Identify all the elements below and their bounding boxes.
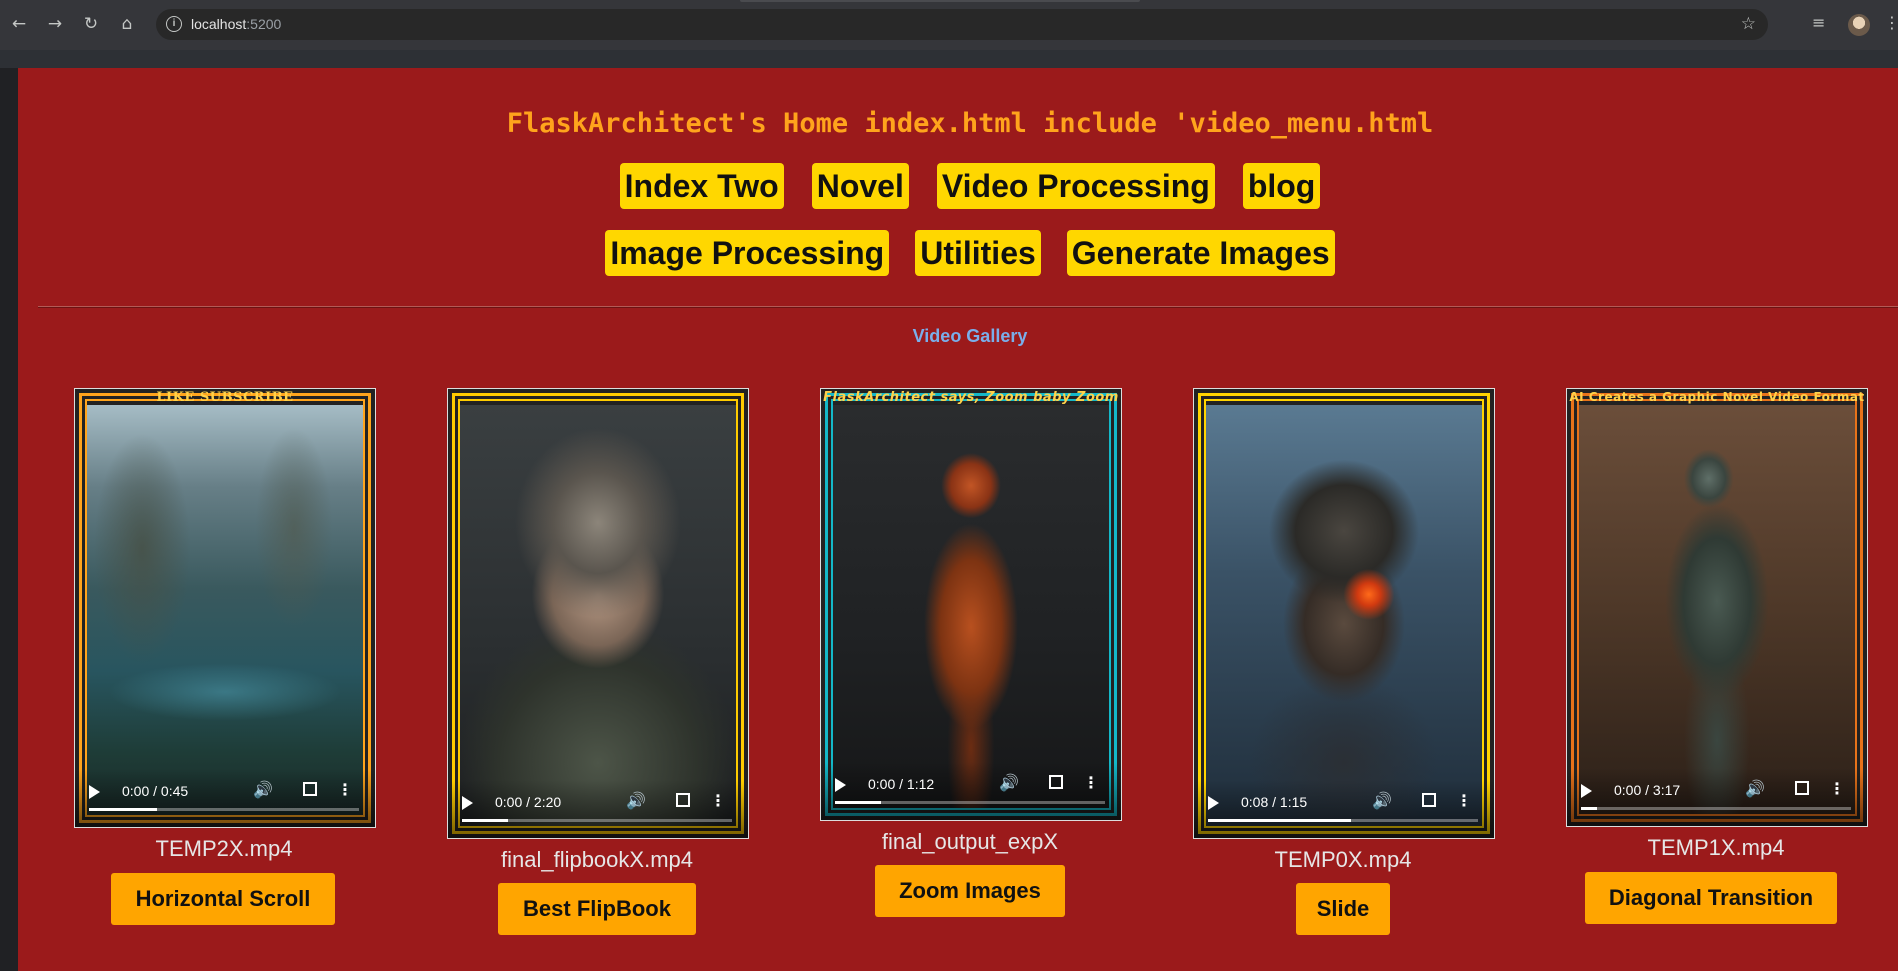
video-player[interactable]: AI Creates a Graphic Novel Video Format …: [1566, 388, 1868, 827]
reload-icon[interactable]: ↻: [80, 13, 102, 35]
menu-link-utilities[interactable]: Utilities: [915, 230, 1041, 276]
forward-arrow-icon[interactable]: →: [44, 13, 66, 35]
page-title: FlaskArchitect's Home index.html include…: [506, 108, 1434, 139]
video-controls: 0:00 / 1:12 🔊 ⋮: [821, 762, 1121, 820]
more-options-icon[interactable]: ⋮: [1083, 773, 1099, 792]
video-frame-inner-border: [1577, 399, 1857, 816]
profile-avatar[interactable]: [1848, 14, 1870, 36]
video-controls: 0:00 / 2:20 🔊 ⋮: [448, 780, 748, 838]
address-bar[interactable]: i localhost:5200 ☆: [156, 9, 1768, 40]
progress-bar[interactable]: [1581, 807, 1851, 810]
fullscreen-icon[interactable]: [1049, 775, 1063, 789]
video-controls: 0:00 / 0:45 🔊 ⋮: [75, 769, 375, 827]
play-icon[interactable]: [462, 796, 473, 810]
video-controls: 0:00 / 3:17 🔊 ⋮: [1567, 768, 1867, 826]
progress-bar[interactable]: [835, 801, 1105, 804]
volume-icon[interactable]: 🔊: [253, 780, 273, 799]
fullscreen-icon[interactable]: [1422, 793, 1436, 807]
bookmark-star-icon[interactable]: ☆: [1741, 14, 1756, 34]
gallery-heading: Video Gallery: [912, 326, 1028, 346]
video-time: 0:00 / 1:12: [868, 776, 935, 792]
slide-button[interactable]: Slide: [1296, 883, 1390, 935]
video-filename: TEMP1X.mp4: [1647, 835, 1785, 860]
progress-bar[interactable]: [89, 808, 359, 811]
volume-icon[interactable]: 🔊: [999, 773, 1019, 792]
play-icon[interactable]: [1581, 784, 1592, 798]
progress-bar[interactable]: [1208, 819, 1478, 822]
video-banner-text: LIKE SUBSCRIBE: [156, 390, 294, 405]
menu-link-blog[interactable]: blog: [1242, 163, 1321, 209]
video-controls: 0:08 / 1:15 🔊 ⋮: [1194, 780, 1494, 838]
video-filename: final_output_expX: [881, 829, 1059, 854]
progress-fill: [1208, 819, 1352, 822]
horizontal-scroll-button[interactable]: Horizontal Scroll: [111, 873, 335, 925]
video-time: 0:00 / 2:20: [495, 794, 562, 810]
page-content: FlaskArchitect's Home index.html include…: [18, 68, 1898, 971]
more-options-icon[interactable]: ⋮: [1456, 791, 1472, 810]
volume-icon[interactable]: 🔊: [626, 791, 646, 810]
fullscreen-icon[interactable]: [1795, 781, 1809, 795]
more-options-icon[interactable]: ⋮: [337, 780, 353, 799]
fullscreen-icon[interactable]: [676, 793, 690, 807]
best-flipbook-button[interactable]: Best FlipBook: [498, 883, 696, 935]
url-text[interactable]: localhost:5200: [191, 16, 281, 32]
progress-fill: [835, 801, 881, 804]
fullscreen-icon[interactable]: [303, 782, 317, 796]
back-arrow-icon[interactable]: ←: [8, 13, 30, 35]
video-filename: final_flipbookX.mp4: [500, 847, 693, 872]
volume-icon[interactable]: 🔊: [1372, 791, 1392, 810]
progress-fill: [462, 819, 508, 822]
browser-toolbar: ← → ↻ ⌂ i localhost:5200 ☆ ≡ ⋮: [0, 0, 1898, 50]
more-options-icon[interactable]: ⋮: [710, 791, 726, 810]
progress-fill: [1581, 807, 1598, 810]
main-menu-row-1: Index Two Novel Video Processing blog: [18, 163, 1898, 209]
home-icon[interactable]: ⌂: [116, 13, 138, 35]
video-player[interactable]: 0:08 / 1:15 🔊 ⋮: [1193, 388, 1495, 839]
video-frame-inner-border: [85, 399, 365, 817]
video-filename: TEMP0X.mp4: [1274, 847, 1412, 872]
zoom-images-button[interactable]: Zoom Images: [875, 865, 1065, 917]
diagonal-transition-button[interactable]: Diagonal Transition: [1585, 872, 1837, 924]
menu-link-generate-images[interactable]: Generate Images: [1066, 230, 1335, 276]
volume-icon[interactable]: 🔊: [1745, 779, 1765, 798]
menu-link-image-processing[interactable]: Image Processing: [605, 230, 890, 276]
media-controls-icon[interactable]: ≡: [1812, 13, 1825, 32]
video-time: 0:00 / 0:45: [122, 783, 189, 799]
video-frame-inner-border: [458, 399, 738, 828]
main-menu-row-2: Image Processing Utilities Generate Imag…: [18, 230, 1898, 276]
video-time: 0:08 / 1:15: [1241, 794, 1308, 810]
play-icon[interactable]: [835, 778, 846, 792]
video-time: 0:00 / 3:17: [1614, 782, 1681, 798]
video-frame-inner-border: [831, 399, 1111, 810]
divider: [38, 306, 1898, 308]
video-banner-text: AI Creates a Graphic Novel Video Format: [1569, 390, 1865, 404]
browser-menu-icon[interactable]: ⋮: [1884, 13, 1898, 32]
video-player[interactable]: FlaskArchitect says, Zoom baby Zoom 0:00…: [820, 388, 1122, 821]
video-player[interactable]: 0:00 / 2:20 🔊 ⋮: [447, 388, 749, 839]
menu-link-index-two[interactable]: Index Two: [619, 163, 784, 209]
video-player[interactable]: LIKE SUBSCRIBE 0:00 / 0:45 🔊 ⋮: [74, 388, 376, 828]
video-filename: TEMP2X.mp4: [155, 836, 293, 861]
play-icon[interactable]: [89, 785, 100, 799]
site-info-icon[interactable]: i: [166, 16, 182, 32]
browser-frame-edge: [0, 50, 1898, 68]
video-frame-inner-border: [1204, 399, 1484, 828]
progress-bar[interactable]: [462, 819, 732, 822]
play-icon[interactable]: [1208, 796, 1219, 810]
video-banner-text: FlaskArchitect says, Zoom baby Zoom: [823, 390, 1119, 405]
menu-link-video-processing[interactable]: Video Processing: [936, 163, 1215, 209]
menu-link-novel[interactable]: Novel: [811, 163, 909, 209]
more-options-icon[interactable]: ⋮: [1829, 779, 1845, 798]
progress-fill: [89, 808, 157, 811]
tab-indicator: [740, 0, 1140, 2]
